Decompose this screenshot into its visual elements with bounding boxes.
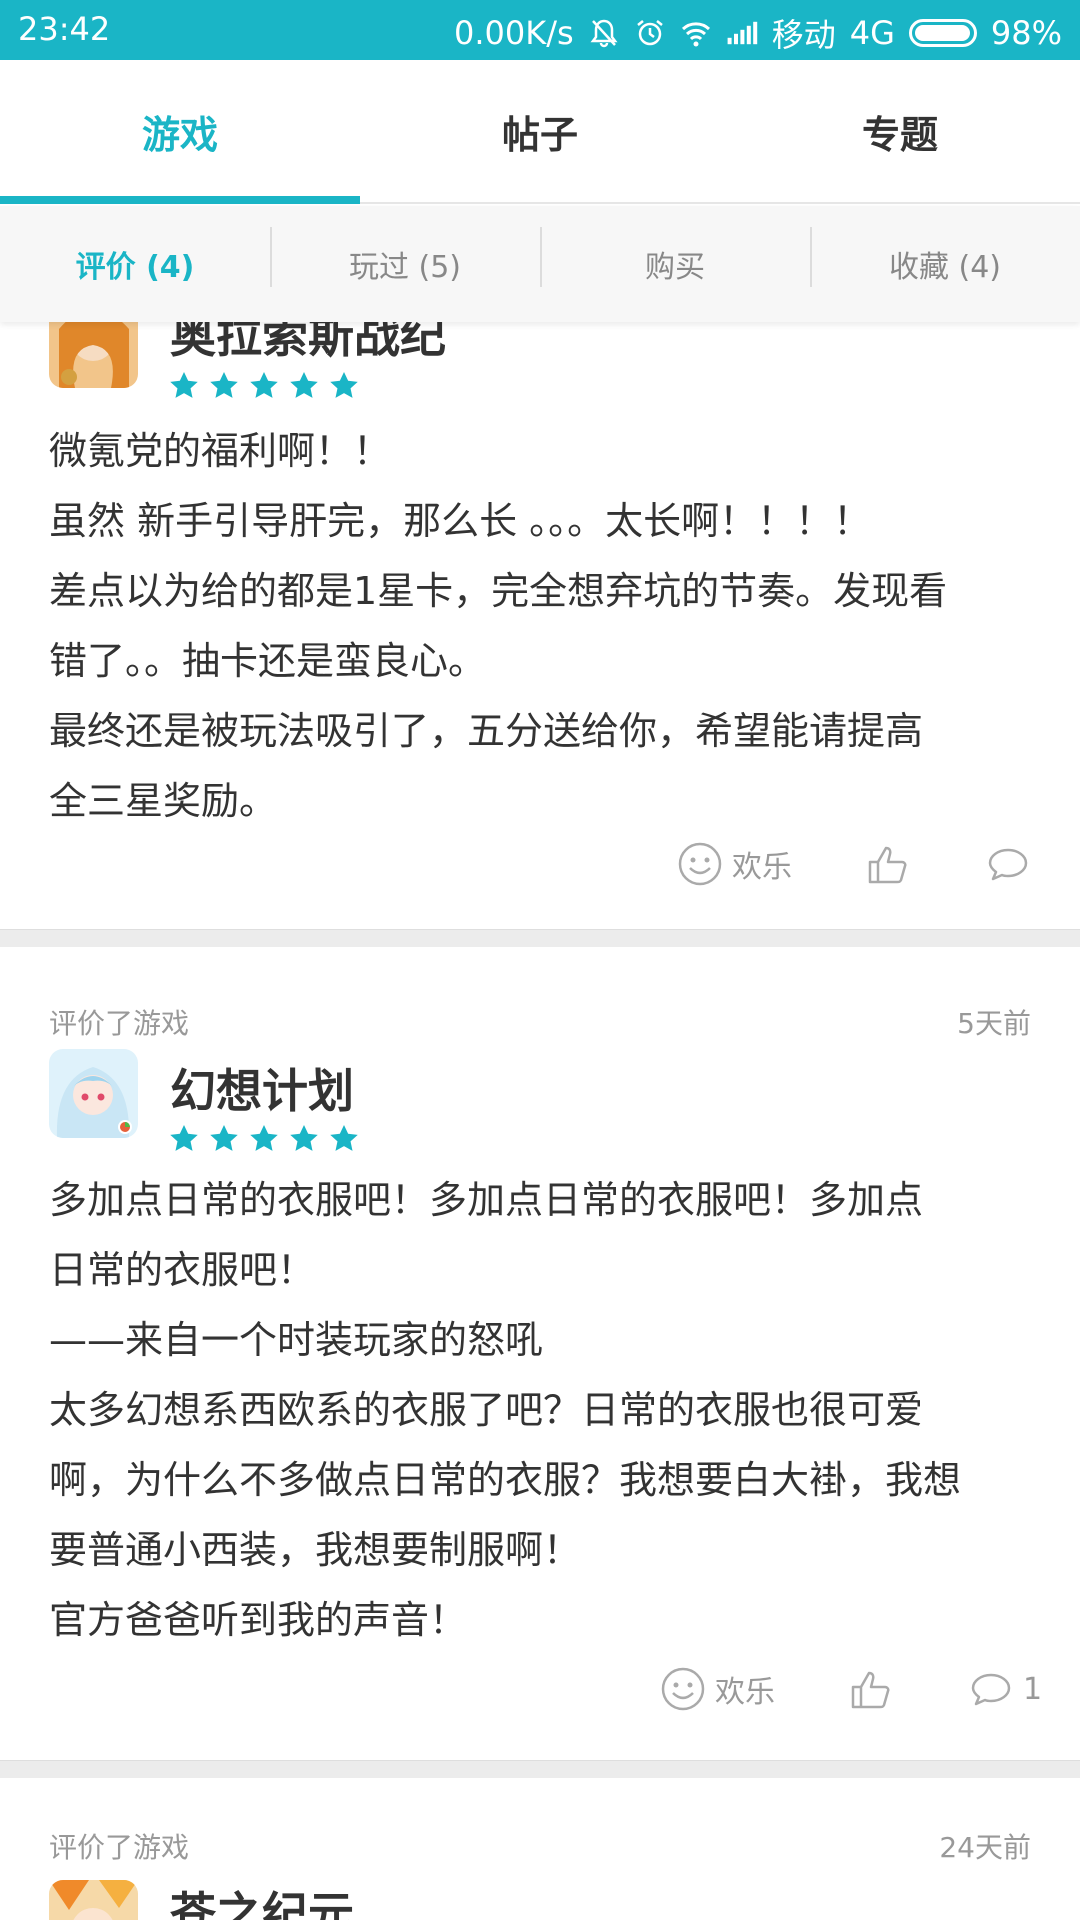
review-line: 差点以为给的都是1星卡，完全想弃坑的节奏。发现看 — [49, 569, 948, 613]
review-line: 多加点日常的衣服吧！多加点日常的衣服吧！多加点 — [49, 1178, 924, 1222]
like-button[interactable] — [866, 842, 910, 886]
review-actions: 欢乐 — [0, 842, 1080, 892]
status-icons: 0.00K/s 移动 4G 98% — [454, 10, 1062, 56]
game-icon[interactable] — [49, 322, 138, 388]
sub-tab-bar: 评价 (4) 玩过 (5) 购买 收藏 (4) — [0, 206, 1080, 322]
review-feed[interactable]: 奥拉索斯战纪 微氪党的福利啊！！ 虽然 新手引导肝完，那么长 。。。太长啊！！！… — [0, 322, 1080, 1920]
network-type: 4G — [849, 14, 895, 52]
star-icon — [290, 372, 318, 398]
review-line: 要普通小西装，我想要制服啊！ — [49, 1528, 582, 1572]
mood-label: 欢乐 — [732, 850, 792, 885]
alarm-icon — [636, 20, 663, 46]
rating-stars — [168, 370, 360, 402]
comment-button[interactable] — [986, 842, 1030, 886]
card-separator — [0, 1760, 1080, 1778]
star-icon — [330, 372, 358, 398]
review-line: 错了。。抽卡还是蛮良心。 — [49, 639, 487, 683]
mood-button[interactable]: 欢乐 — [661, 1667, 775, 1711]
star-icon — [210, 372, 238, 398]
review-card[interactable]: 评价了游戏 5天前 幻想计划 多加点日常的衣服吧！多加点日常的衣服吧！多加点 日… — [0, 947, 1080, 1779]
review-line: 最终还是被玩法吸引了，五分送给你，希望能请提高 — [49, 709, 924, 753]
review-line: 官方爸爸听到我的声音！ — [49, 1598, 468, 1642]
star-icon — [170, 372, 198, 398]
star-icon — [210, 1125, 238, 1151]
network-speed: 0.00K/s — [454, 14, 574, 52]
comment-icon — [988, 848, 1028, 881]
review-line: 啊，为什么不多做点日常的衣服？我想要白大褂，我想 — [49, 1458, 962, 1502]
carrier-label: 移动 — [771, 16, 836, 54]
review-line: 太多幻想系西欧系的衣服了吧？日常的衣服也很可爱 — [49, 1388, 924, 1432]
subtab-reviews[interactable]: 评价 (4) — [0, 242, 270, 286]
meta-label: 评价了游戏 — [49, 1007, 190, 1040]
tab-topics[interactable]: 专题 — [720, 60, 1080, 202]
comment-count: 1 — [1023, 1671, 1043, 1707]
card-separator — [0, 929, 1080, 947]
top-tab-bar: 游戏 帖子 专题 — [0, 60, 1080, 204]
star-icon — [290, 1125, 318, 1151]
smiley-icon — [661, 1667, 705, 1711]
star-icon — [330, 1125, 358, 1151]
review-actions: 欢乐 1 — [0, 1667, 1080, 1717]
subtab-favorites[interactable]: 收藏 (4) — [810, 227, 1080, 287]
review-line: 日常的衣服吧！ — [49, 1248, 316, 1292]
star-icon — [250, 372, 278, 398]
review-text[interactable]: 多加点日常的衣服吧！多加点日常的衣服吧！多加点 日常的衣服吧！ ——来自一个时装… — [49, 1165, 1040, 1655]
thumbs-up-icon — [868, 846, 907, 884]
comment-button[interactable]: 1 — [969, 1667, 1042, 1711]
game-title[interactable]: 幻想计划 — [170, 1055, 354, 1121]
review-time: 5天前 — [957, 1007, 1031, 1040]
star-icon — [170, 1125, 198, 1151]
star-icon — [250, 1125, 278, 1151]
smiley-icon — [678, 842, 722, 886]
signal-icon — [727, 21, 757, 45]
like-button[interactable] — [849, 1667, 893, 1711]
subtab-played[interactable]: 玩过 (5) — [270, 227, 540, 287]
comment-icon — [971, 1673, 1011, 1706]
wifi-icon — [681, 22, 710, 47]
thumbs-up-icon — [851, 1671, 890, 1709]
rating-stars — [168, 1123, 360, 1155]
mood-label: 欢乐 — [715, 1675, 775, 1710]
game-icon[interactable] — [49, 1049, 138, 1138]
game-title[interactable]: 苍之纪元 — [170, 1878, 354, 1920]
review-card[interactable]: 奥拉索斯战纪 微氪党的福利啊！！ 虽然 新手引导肝完，那么长 。。。太长啊！！！… — [0, 322, 1080, 948]
review-line: 微氪党的福利啊！！ — [49, 429, 392, 473]
bell-muted-icon — [590, 19, 618, 48]
review-text[interactable]: 微氪党的福利啊！！ 虽然 新手引导肝完，那么长 。。。太长啊！！！！ 差点以为给… — [49, 416, 1040, 836]
review-card[interactable]: 评价了游戏 24天前 苍之纪元 — [0, 1778, 1080, 1920]
review-line: 全三星奖励。 — [49, 779, 278, 823]
status-time: 23:42 — [18, 10, 111, 48]
review-meta: 评价了游戏 24天前 — [49, 1826, 1031, 1866]
review-time: 24天前 — [939, 1831, 1031, 1864]
tab-posts[interactable]: 帖子 — [360, 60, 720, 202]
mood-button[interactable]: 欢乐 — [678, 842, 792, 886]
review-line: ——来自一个时装玩家的怒吼 — [49, 1318, 544, 1362]
meta-label: 评价了游戏 — [49, 1831, 190, 1864]
game-title[interactable]: 奥拉索斯战纪 — [170, 322, 446, 366]
review-meta: 评价了游戏 5天前 — [49, 1002, 1031, 1042]
game-icon[interactable] — [49, 1880, 138, 1920]
status-bar: 23:42 0.00K/s 移动 4G 98% — [0, 0, 1080, 60]
battery-icon — [908, 19, 977, 47]
tab-games[interactable]: 游戏 — [0, 60, 360, 204]
review-line: 虽然 新手引导肝完，那么长 。。。太长啊！！！！ — [49, 499, 872, 543]
battery-level: 98% — [990, 14, 1062, 52]
subtab-purchased[interactable]: 购买 — [540, 227, 810, 287]
